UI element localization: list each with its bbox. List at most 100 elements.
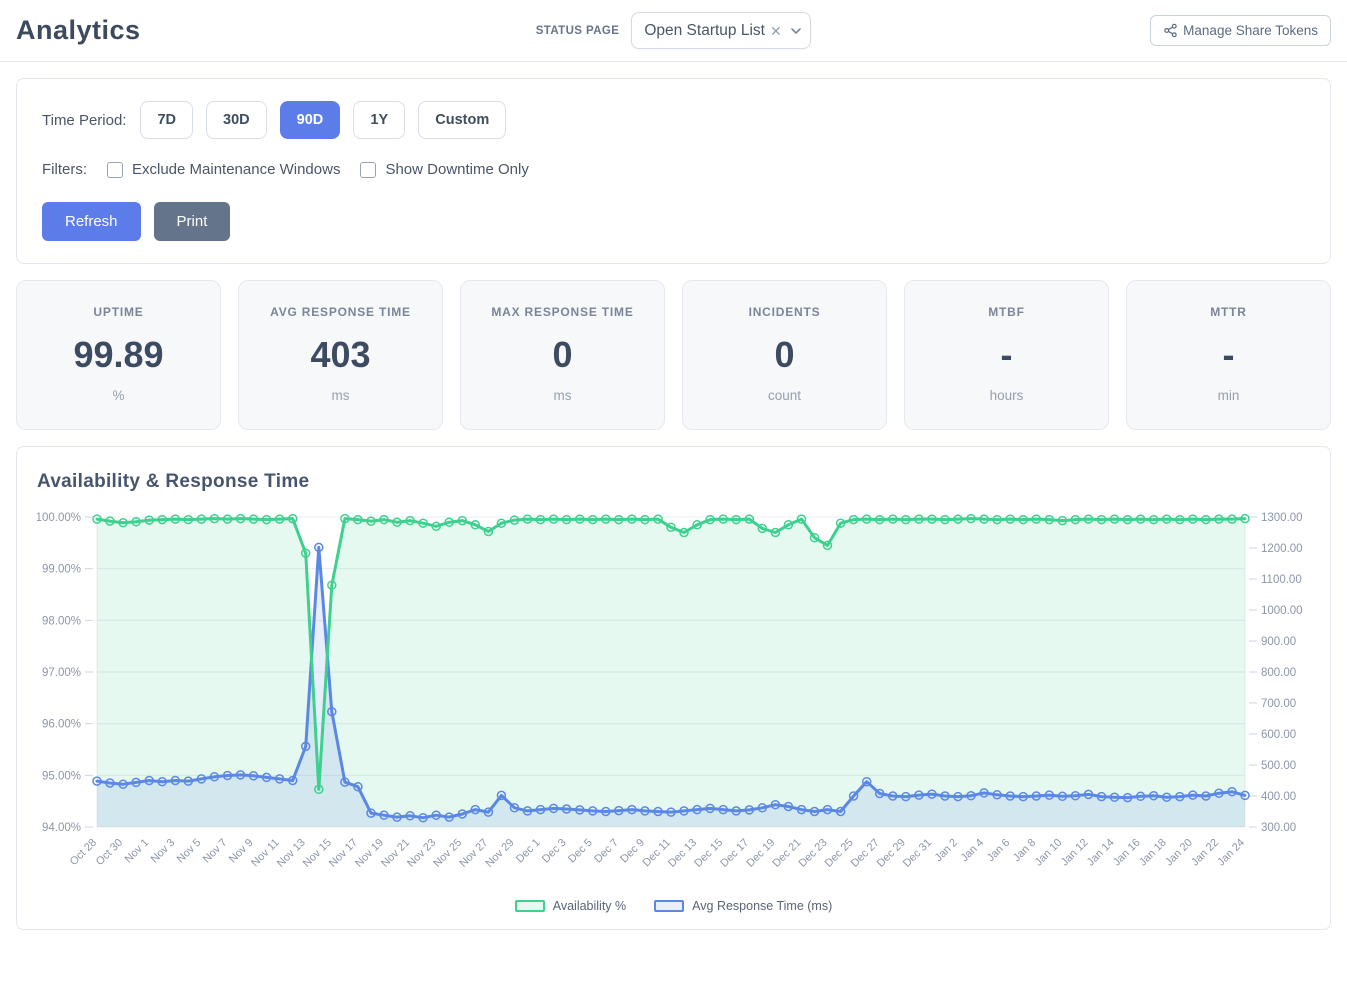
stat-card-max-response-time: MAX RESPONSE TIME 0 ms — [460, 280, 665, 430]
header: Analytics STATUS PAGE Open Startup List … — [0, 0, 1347, 62]
svg-text:99.00%: 99.00% — [42, 564, 81, 576]
stat-label: MTBF — [913, 305, 1100, 319]
svg-text:Jan 4: Jan 4 — [959, 837, 987, 865]
manage-share-tokens-button[interactable]: Manage Share Tokens — [1150, 15, 1331, 46]
svg-text:Dec 25: Dec 25 — [823, 837, 856, 870]
time-period-buttons: 7D 30D 90D 1Y Custom — [140, 101, 506, 139]
svg-text:600.00: 600.00 — [1261, 729, 1296, 741]
refresh-button[interactable]: Refresh — [42, 202, 141, 241]
stat-unit: ms — [469, 388, 656, 403]
svg-text:Dec 27: Dec 27 — [849, 837, 882, 870]
legend-label: Availability % — [553, 899, 626, 913]
stat-label: AVG RESPONSE TIME — [247, 305, 434, 319]
svg-text:Jan 22: Jan 22 — [1189, 837, 1221, 869]
stat-value: - — [913, 334, 1100, 376]
show-downtime-checkbox[interactable] — [360, 162, 376, 178]
svg-text:Jan 12: Jan 12 — [1059, 837, 1091, 869]
stat-label: MTTR — [1135, 305, 1322, 319]
exclude-maintenance-label: Exclude Maintenance Windows — [132, 161, 340, 178]
stat-label: UPTIME — [25, 305, 212, 319]
svg-text:Dec 19: Dec 19 — [744, 837, 777, 870]
legend-label: Avg Response Time (ms) — [692, 899, 832, 913]
svg-text:Nov 27: Nov 27 — [457, 837, 490, 870]
legend-item-response-time: Avg Response Time (ms) — [654, 899, 832, 913]
svg-text:Nov 19: Nov 19 — [353, 837, 386, 870]
stats-row: UPTIME99.89%AVG RESPONSE TIME403msMAX RE… — [16, 280, 1331, 430]
chevron-down-icon[interactable] — [789, 24, 803, 38]
svg-text:100.00%: 100.00% — [37, 512, 81, 524]
stat-value: - — [1135, 334, 1322, 376]
show-downtime-label: Show Downtime Only — [385, 161, 528, 178]
svg-text:400.00: 400.00 — [1261, 791, 1296, 803]
time-period-1y-button[interactable]: 1Y — [353, 101, 405, 139]
clear-selection-icon[interactable]: ✕ — [770, 24, 782, 38]
stat-unit: hours — [913, 388, 1100, 403]
svg-text:Dec 21: Dec 21 — [770, 837, 803, 870]
svg-text:Nov 17: Nov 17 — [327, 837, 360, 870]
svg-text:Oct 28: Oct 28 — [68, 837, 99, 868]
svg-text:1100.00: 1100.00 — [1261, 574, 1302, 586]
time-period-30d-button[interactable]: 30D — [206, 101, 267, 139]
stat-card-avg-response-time: AVG RESPONSE TIME 403 ms — [238, 280, 443, 430]
svg-text:Dec 7: Dec 7 — [592, 837, 621, 866]
chart-title: Availability & Response Time — [37, 471, 1310, 493]
availability-response-chart: 100.00%99.00%98.00%97.00%96.00%95.00%94.… — [37, 505, 1303, 897]
chart-legend: Availability % Avg Response Time (ms) — [37, 899, 1310, 913]
svg-text:Dec 29: Dec 29 — [875, 837, 908, 870]
stat-card-mtbf: MTBF - hours — [904, 280, 1109, 430]
filter-panel: Time Period: 7D30D90D1YCustom Filters: E… — [16, 78, 1331, 264]
stat-value: 99.89 — [25, 334, 212, 376]
svg-text:Dec 13: Dec 13 — [666, 837, 699, 870]
stat-label: MAX RESPONSE TIME — [469, 305, 656, 319]
time-period-custom-button[interactable]: Custom — [418, 101, 506, 139]
stat-unit: count — [691, 388, 878, 403]
svg-text:Dec 23: Dec 23 — [797, 837, 830, 870]
svg-text:Dec 5: Dec 5 — [566, 837, 595, 866]
svg-text:Dec 31: Dec 31 — [901, 837, 934, 870]
print-button[interactable]: Print — [154, 202, 231, 241]
manage-share-tokens-label: Manage Share Tokens — [1183, 23, 1318, 38]
stat-card-incidents: INCIDENTS0count — [682, 280, 887, 430]
svg-text:Dec 3: Dec 3 — [540, 837, 569, 866]
svg-text:Nov 5: Nov 5 — [175, 837, 204, 866]
svg-text:Nov 7: Nov 7 — [201, 837, 230, 866]
svg-text:Dec 17: Dec 17 — [718, 837, 751, 870]
exclude-maintenance-checkbox[interactable] — [107, 162, 123, 178]
stat-unit: % — [25, 388, 212, 403]
svg-text:Jan 14: Jan 14 — [1085, 837, 1117, 869]
svg-text:Jan 24: Jan 24 — [1215, 837, 1247, 869]
svg-text:Nov 13: Nov 13 — [275, 837, 308, 870]
stat-unit: ms — [247, 388, 434, 403]
legend-swatch — [654, 900, 684, 912]
svg-text:Nov 1: Nov 1 — [122, 837, 151, 866]
svg-text:Dec 1: Dec 1 — [514, 837, 543, 866]
svg-text:Dec 15: Dec 15 — [692, 837, 725, 870]
svg-text:500.00: 500.00 — [1261, 760, 1296, 772]
svg-text:Jan 18: Jan 18 — [1137, 837, 1169, 869]
status-page-selector[interactable]: Open Startup List ✕ — [631, 12, 811, 49]
time-period-7d-button[interactable]: 7D — [140, 101, 193, 139]
time-period-90d-button[interactable]: 90D — [280, 101, 341, 139]
legend-item-availability: Availability % — [515, 899, 626, 913]
stat-card-uptime: UPTIME 99.89% — [16, 280, 221, 430]
page-title: Analytics — [16, 15, 536, 46]
svg-text:Nov 29: Nov 29 — [483, 837, 516, 870]
svg-text:97.00%: 97.00% — [42, 667, 81, 679]
stat-value: 403 — [247, 334, 434, 376]
svg-text:96.00%: 96.00% — [42, 719, 81, 731]
status-page-selected-value: Open Startup List — [644, 22, 765, 40]
svg-text:Nov 25: Nov 25 — [431, 837, 464, 870]
svg-text:94.00%: 94.00% — [42, 822, 81, 834]
svg-text:Oct 30: Oct 30 — [94, 837, 125, 868]
stat-value: 0 — [469, 334, 656, 376]
svg-text:Jan 6: Jan 6 — [985, 837, 1013, 865]
stat-value: 0 — [691, 334, 878, 376]
show-downtime-checkbox-group[interactable]: Show Downtime Only — [360, 161, 528, 178]
svg-text:300.00: 300.00 — [1261, 822, 1296, 834]
svg-text:Nov 21: Nov 21 — [379, 837, 412, 870]
svg-text:Jan 20: Jan 20 — [1163, 837, 1195, 869]
share-icon — [1163, 23, 1178, 38]
status-page-label: STATUS PAGE — [536, 25, 620, 37]
svg-text:Jan 10: Jan 10 — [1033, 837, 1065, 869]
exclude-maintenance-checkbox-group[interactable]: Exclude Maintenance Windows — [107, 161, 340, 178]
